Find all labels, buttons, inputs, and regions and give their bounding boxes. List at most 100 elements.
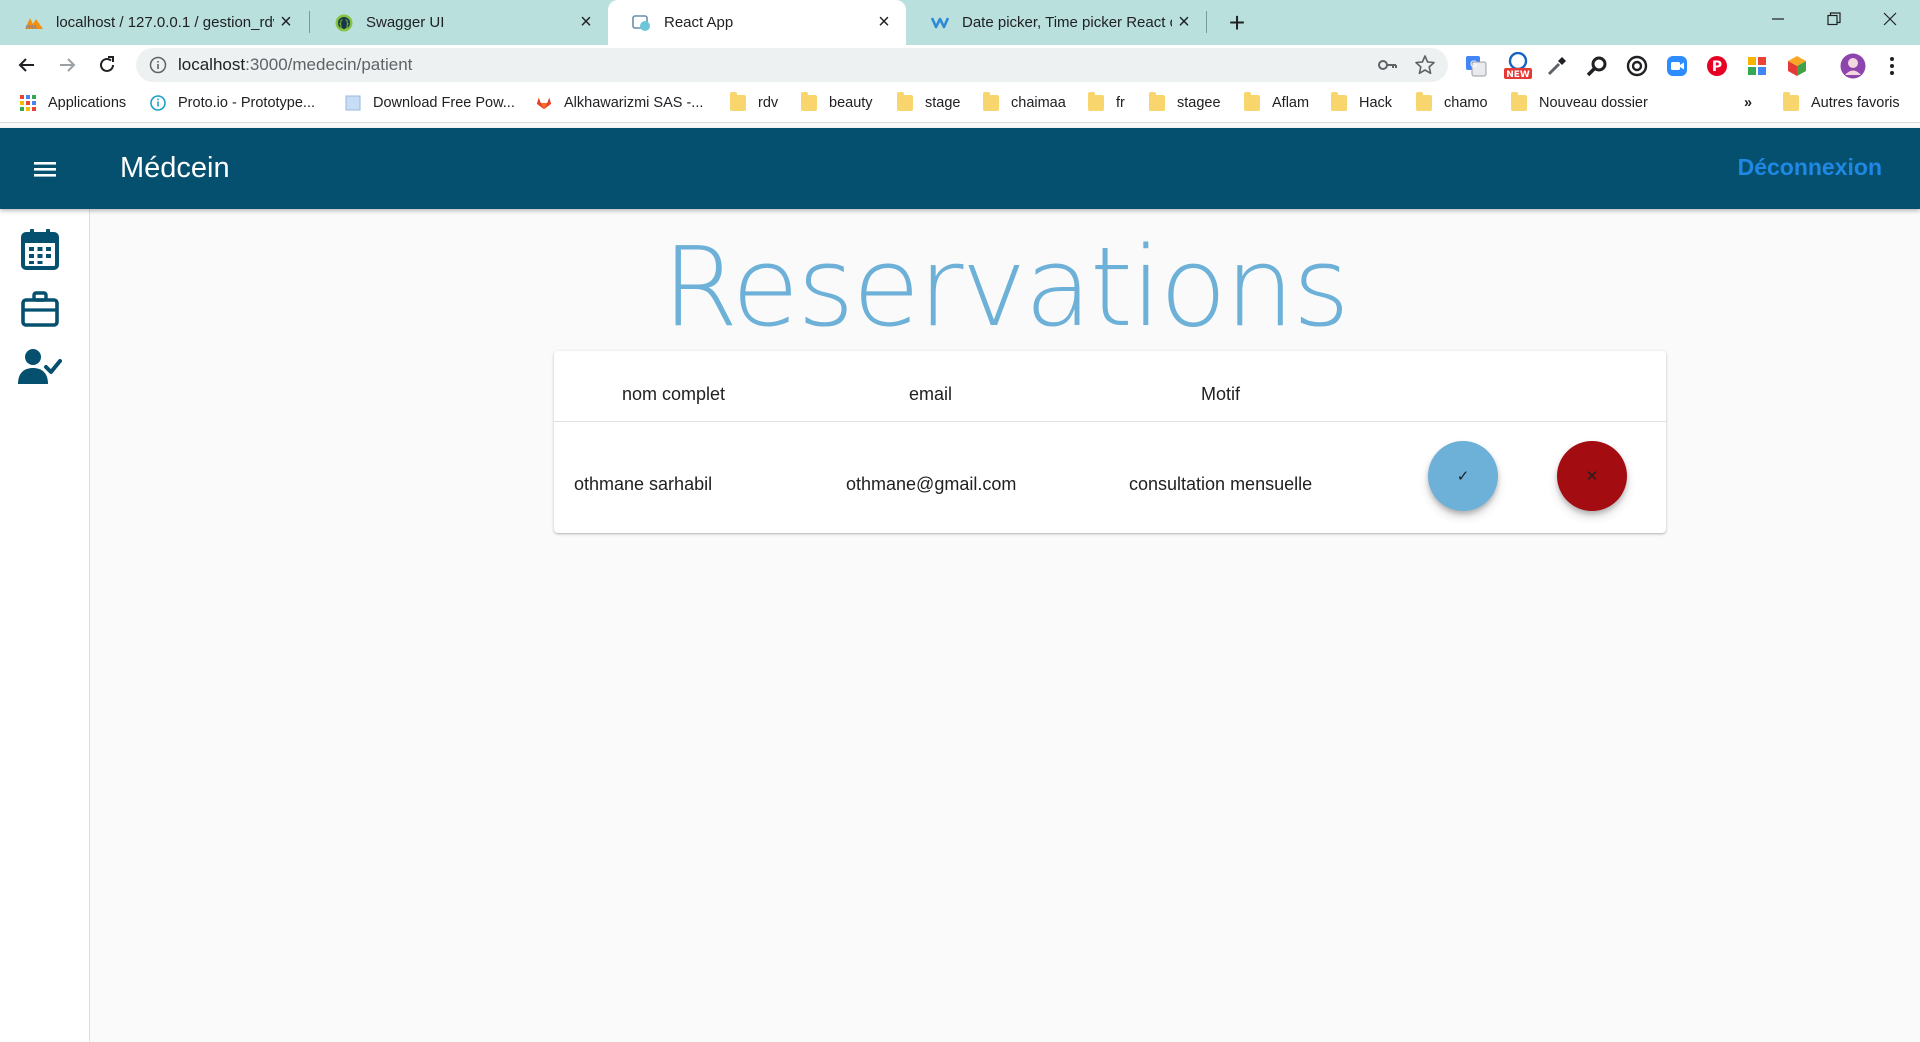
accept-button[interactable]: ✓ <box>1428 441 1498 511</box>
svg-text:PMA: PMA <box>26 25 37 30</box>
forward-button[interactable] <box>51 49 83 81</box>
main-content: Reservations nom complet email Motif oth… <box>90 209 1920 1042</box>
profile-avatar[interactable] <box>1840 53 1866 79</box>
more-menu-icon[interactable] <box>1880 54 1904 78</box>
folder-icon <box>897 92 913 111</box>
app-header: Médcein Déconnexion <box>0 128 1920 209</box>
bookmark-folder-beauty[interactable]: beauty <box>801 92 873 113</box>
magnifier-icon[interactable] <box>1585 54 1609 78</box>
folder-icon <box>730 92 746 111</box>
bookmark-folder-fr[interactable]: fr <box>1088 92 1125 113</box>
bookmark-folder-chaimaa[interactable]: chaimaa <box>983 92 1066 113</box>
page-title: Reservations <box>662 223 1350 351</box>
reject-button[interactable]: ✕ <box>1557 441 1627 511</box>
bookmark-folder-rdv[interactable]: rdv <box>730 92 779 113</box>
google-translate-icon[interactable]: G <box>1464 54 1488 78</box>
tab-title: React App <box>664 14 734 31</box>
restore-button[interactable] <box>1806 2 1862 36</box>
bookmark-label: Nouveau dossier <box>1539 95 1648 111</box>
bookmark-applications[interactable]: Applications <box>20 93 126 113</box>
phpmyadmin-icon: PMA <box>24 13 44 33</box>
back-button[interactable] <box>11 49 43 81</box>
bookmark-folder-nouveau-dossier[interactable]: Nouveau dossier <box>1511 92 1648 113</box>
tab-swagger[interactable]: {} Swagger UI × <box>310 0 608 45</box>
tab-title: localhost / 127.0.0.1 / gestion_rdv <box>56 14 274 31</box>
tab-phpmyadmin[interactable]: PMA localhost / 127.0.0.1 / gestion_rdv … <box>0 0 308 45</box>
bookmark-label: fr <box>1116 95 1125 111</box>
folder-icon <box>1244 92 1260 111</box>
bookmark-folder-aflam[interactable]: Aflam <box>1244 92 1309 113</box>
loop-extension-icon[interactable] <box>1625 54 1649 78</box>
react-app-icon <box>632 13 652 33</box>
folder-icon <box>983 92 999 111</box>
bookmark-label: stagee <box>1177 95 1221 111</box>
close-icon[interactable]: × <box>574 11 598 35</box>
bookmark-label: Download Free Pow... <box>373 95 515 111</box>
star-icon[interactable] <box>1414 54 1436 76</box>
side-navigation <box>0 209 90 1042</box>
check-icon: ✓ <box>1456 468 1470 485</box>
bookmark-folder-chamo[interactable]: chamo <box>1416 92 1488 113</box>
logout-button[interactable]: Déconnexion <box>1738 154 1882 181</box>
tab-react-app[interactable]: React App × <box>608 0 906 45</box>
cube-icon[interactable] <box>1785 54 1809 78</box>
folder-icon <box>1783 92 1799 111</box>
proto-icon <box>150 95 166 111</box>
new-extension-icon[interactable]: NEW <box>1503 52 1533 80</box>
browser-tab-strip: PMA localhost / 127.0.0.1 / gestion_rdv … <box>0 0 1920 45</box>
bookmark-folder-stage[interactable]: stage <box>897 92 961 113</box>
header-divider <box>554 421 1666 422</box>
calendar-icon[interactable] <box>18 227 62 271</box>
bookmark-label: Alkhawarizmi SAS -... <box>564 95 704 111</box>
browser-toolbar: localhost:3000/medecin/patient G NEW P <box>0 45 1920 83</box>
column-header-motif: Motif <box>1201 384 1241 404</box>
cell-motif: consultation mensuelle <box>1129 474 1313 494</box>
page-icon <box>345 95 361 111</box>
folder-icon <box>1416 92 1432 111</box>
bookmarks-overflow-button[interactable]: » <box>1744 93 1752 113</box>
svg-text:G: G <box>1470 60 1477 70</box>
menu-icon[interactable] <box>28 154 62 184</box>
url-text: localhost:3000/medecin/patient <box>178 55 412 75</box>
bookmark-download[interactable]: Download Free Pow... <box>345 93 515 113</box>
bookmark-folder-hack[interactable]: Hack <box>1331 92 1393 113</box>
bookmark-folder-stagee[interactable]: stagee <box>1149 92 1221 113</box>
minimize-button[interactable] <box>1750 2 1806 36</box>
folder-icon <box>1331 92 1347 111</box>
reload-button[interactable] <box>91 49 123 81</box>
bookmark-label: stage <box>925 95 961 111</box>
bookmark-other-favorites[interactable]: Autres favoris <box>1783 92 1900 113</box>
eyedropper-icon[interactable] <box>1545 54 1569 78</box>
reservations-table: nom complet email Motif othmane sarhabil… <box>554 351 1666 533</box>
briefcase-icon[interactable] <box>18 287 62 331</box>
zoom-icon[interactable] <box>1665 54 1689 78</box>
address-bar[interactable]: localhost:3000/medecin/patient <box>136 48 1448 82</box>
key-icon[interactable] <box>1376 54 1398 76</box>
column-header-nom-complet: nom complet <box>622 384 726 404</box>
close-icon[interactable]: × <box>1172 11 1196 35</box>
svg-text:P: P <box>1712 59 1722 75</box>
bookmark-label: Hack <box>1359 95 1393 111</box>
bookmark-alkhawarizmi[interactable]: Alkhawarizmi SAS -... <box>536 93 703 113</box>
new-tab-button[interactable]: + <box>1222 8 1252 38</box>
bookmark-proto[interactable]: Proto.io - Prototype... <box>150 93 315 113</box>
colorful-grid-icon[interactable] <box>1745 54 1769 78</box>
overflow-label: » <box>1744 95 1753 111</box>
bookmarks-bar: Applications Proto.io - Prototype... Dow… <box>0 83 1920 123</box>
bookmark-label: rdv <box>758 95 779 111</box>
bookmark-label: chaimaa <box>1011 95 1066 111</box>
close-icon[interactable]: × <box>274 11 298 35</box>
close-window-button[interactable] <box>1862 2 1918 36</box>
cell-email: othmane@gmail.com <box>846 474 1017 494</box>
folder-icon <box>1088 92 1104 111</box>
folder-icon <box>801 92 817 111</box>
bookmark-label: chamo <box>1444 95 1488 111</box>
pinterest-icon[interactable]: P <box>1705 54 1729 78</box>
tab-title: Date picker, Time picker React co <box>962 14 1172 31</box>
tab-date-picker[interactable]: Date picker, Time picker React co × <box>906 0 1206 45</box>
tab-title: Swagger UI <box>366 14 445 31</box>
close-icon[interactable]: × <box>872 11 896 35</box>
info-icon[interactable] <box>148 55 168 75</box>
user-check-icon[interactable] <box>18 345 62 389</box>
folder-icon <box>1511 92 1527 111</box>
